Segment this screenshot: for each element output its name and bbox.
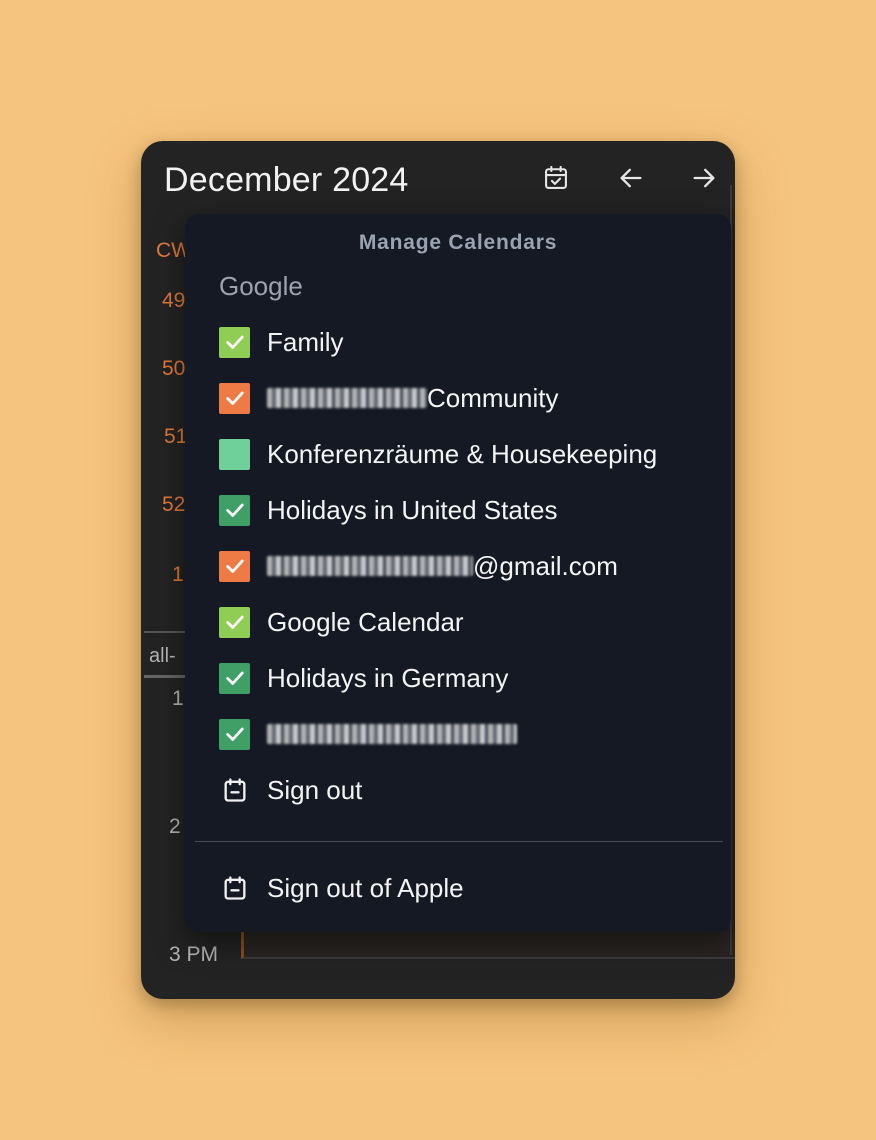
calendar-label: Community (427, 382, 559, 413)
manage-calendars-popover: Manage Calendars Google Family Community… (185, 214, 731, 932)
divider (195, 841, 723, 842)
divider (144, 631, 188, 633)
week-number[interactable]: 52 (162, 493, 185, 517)
calendar-item-holidays-germany[interactable]: Holidays in Germany (219, 661, 508, 695)
calendar-minus-icon (219, 873, 250, 904)
hour-label: 3 PM (169, 943, 219, 966)
calendar-item-google-calendar[interactable]: Google Calendar (219, 605, 464, 639)
hour-label: 1 (172, 687, 184, 710)
checkbox-checked-icon[interactable] (219, 326, 250, 358)
event-block[interactable] (241, 931, 735, 959)
calendar-label-wrap (267, 724, 517, 744)
calendar-label: @gmail.com (473, 550, 618, 581)
sign-out-apple-label: Sign out of Apple (267, 872, 464, 903)
calendar-label: Google Calendar (267, 606, 464, 637)
calendar-label: Konferenzräume & Housekeeping (267, 438, 658, 469)
checkbox-checked-icon[interactable] (219, 718, 250, 750)
week-number[interactable]: 1 (172, 563, 184, 587)
sign-out-label: Sign out (267, 774, 363, 805)
calendar-label-wrap: @gmail.com (267, 551, 618, 582)
month-title: December 2024 (164, 161, 409, 199)
checkbox-unchecked-icon[interactable] (219, 438, 250, 470)
popover-title: Manage Calendars (358, 231, 558, 254)
checkbox-checked-icon[interactable] (219, 662, 250, 694)
checkbox-checked-icon[interactable] (219, 382, 250, 414)
divider (144, 675, 188, 678)
sign-out-button[interactable]: Sign out (219, 773, 362, 807)
week-number[interactable]: 49 (162, 289, 185, 313)
hour-label: 2 (169, 815, 181, 838)
checkbox-checked-icon[interactable] (219, 494, 250, 526)
week-number[interactable]: 50 (162, 357, 185, 381)
section-label-google: Google (219, 271, 303, 301)
all-day-label: all- (149, 645, 176, 667)
calendar-item-gmail[interactable]: @gmail.com (219, 549, 618, 583)
arrow-right-icon[interactable] (689, 163, 719, 193)
calendar-label: Holidays in Germany (267, 662, 509, 693)
calendar-item-redacted[interactable] (219, 717, 517, 751)
sign-out-apple-button[interactable]: Sign out of Apple (219, 871, 464, 905)
arrow-left-icon[interactable] (616, 163, 646, 193)
calendar-item-holidays-us[interactable]: Holidays in United States (219, 493, 557, 527)
redacted-text (267, 724, 517, 744)
calendar-window: December 2024 CW 49 50 51 52 1 all- 1 2 … (141, 141, 735, 999)
checkbox-checked-icon[interactable] (219, 550, 250, 582)
calendar-minus-icon (219, 775, 250, 806)
redacted-text (267, 388, 427, 408)
calendar-label-wrap: Community (267, 383, 558, 414)
week-number[interactable]: 51 (164, 425, 187, 449)
calendar-item-community[interactable]: Community (219, 381, 558, 415)
calendar-item-konferenzraeume[interactable]: Konferenzräume & Housekeeping (219, 437, 657, 471)
calendar-label: Holidays in United States (267, 494, 558, 525)
calendar-label: Family (267, 326, 344, 357)
checkbox-checked-icon[interactable] (219, 606, 250, 638)
calendar-item-family[interactable]: Family (219, 325, 344, 359)
redacted-text (267, 556, 473, 576)
calendar-check-icon[interactable] (541, 163, 571, 193)
